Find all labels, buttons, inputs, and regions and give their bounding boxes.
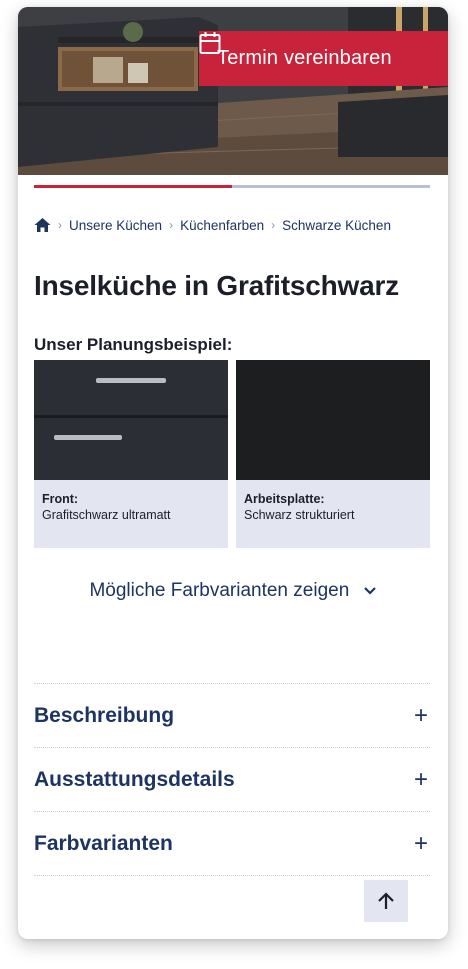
accordion-color-variants[interactable]: Farbvarianten + xyxy=(34,811,430,875)
front-title: Front: xyxy=(42,492,79,506)
back-to-top-button[interactable] xyxy=(364,880,408,922)
accordion-label: Ausstattungsdetails xyxy=(34,767,235,791)
hero-image: Termin vereinbaren xyxy=(18,7,448,175)
calendar-icon xyxy=(199,32,221,54)
front-tile: Front: Grafitschwarz ultramatt xyxy=(34,360,228,548)
planning-tiles: Front: Grafitschwarz ultramatt Arbeitspl… xyxy=(34,360,430,548)
breadcrumb-item[interactable]: Schwarze Küchen xyxy=(282,218,391,233)
page-title: Inselküche in Grafitschwarz xyxy=(34,270,399,301)
arrow-up-icon xyxy=(378,892,394,909)
plus-icon: + xyxy=(413,829,428,857)
book-appointment-label: Termin vereinbaren xyxy=(217,47,392,69)
show-color-variants-link[interactable]: Mögliche Farbvarianten zeigen xyxy=(18,580,448,602)
accordion-label: Farbvarianten xyxy=(34,831,173,855)
product-card: Termin vereinbaren › Unsere Küchen › Küc… xyxy=(18,7,448,939)
breadcrumb-item[interactable]: Unsere Küchen xyxy=(69,218,162,233)
divider xyxy=(34,875,430,876)
book-appointment-button[interactable]: Termin vereinbaren xyxy=(199,31,448,86)
front-value: Grafitschwarz ultramatt xyxy=(42,508,171,522)
countertop-title: Arbeitsplatte: xyxy=(244,492,325,506)
plus-icon: + xyxy=(413,701,428,729)
accordion-label: Beschreibung xyxy=(34,703,175,727)
chevron-right-icon: › xyxy=(58,218,62,232)
countertop-swatch xyxy=(236,360,430,480)
countertop-value: Schwarz strukturiert xyxy=(244,508,355,522)
breadcrumb: › Unsere Küchen › Küchenfarben › Schwarz… xyxy=(34,215,391,235)
carousel-progress-fill xyxy=(34,185,232,188)
chevron-right-icon: › xyxy=(271,218,276,232)
chevron-right-icon: › xyxy=(169,218,174,232)
home-icon[interactable] xyxy=(34,217,51,233)
carousel-progress xyxy=(34,185,430,188)
planning-heading: Unser Planungsbeispiel: xyxy=(34,335,233,354)
front-swatch xyxy=(34,360,228,480)
show-color-variants-label: Mögliche Farbvarianten zeigen xyxy=(89,580,350,601)
plus-icon: + xyxy=(413,765,428,793)
accordion-description[interactable]: Beschreibung + xyxy=(34,683,430,747)
breadcrumb-item[interactable]: Küchenfarben xyxy=(180,218,264,233)
accordion-equipment[interactable]: Ausstattungsdetails + xyxy=(34,747,430,811)
countertop-tile: Arbeitsplatte: Schwarz strukturiert xyxy=(236,360,430,548)
chevron-down-icon xyxy=(363,587,376,595)
